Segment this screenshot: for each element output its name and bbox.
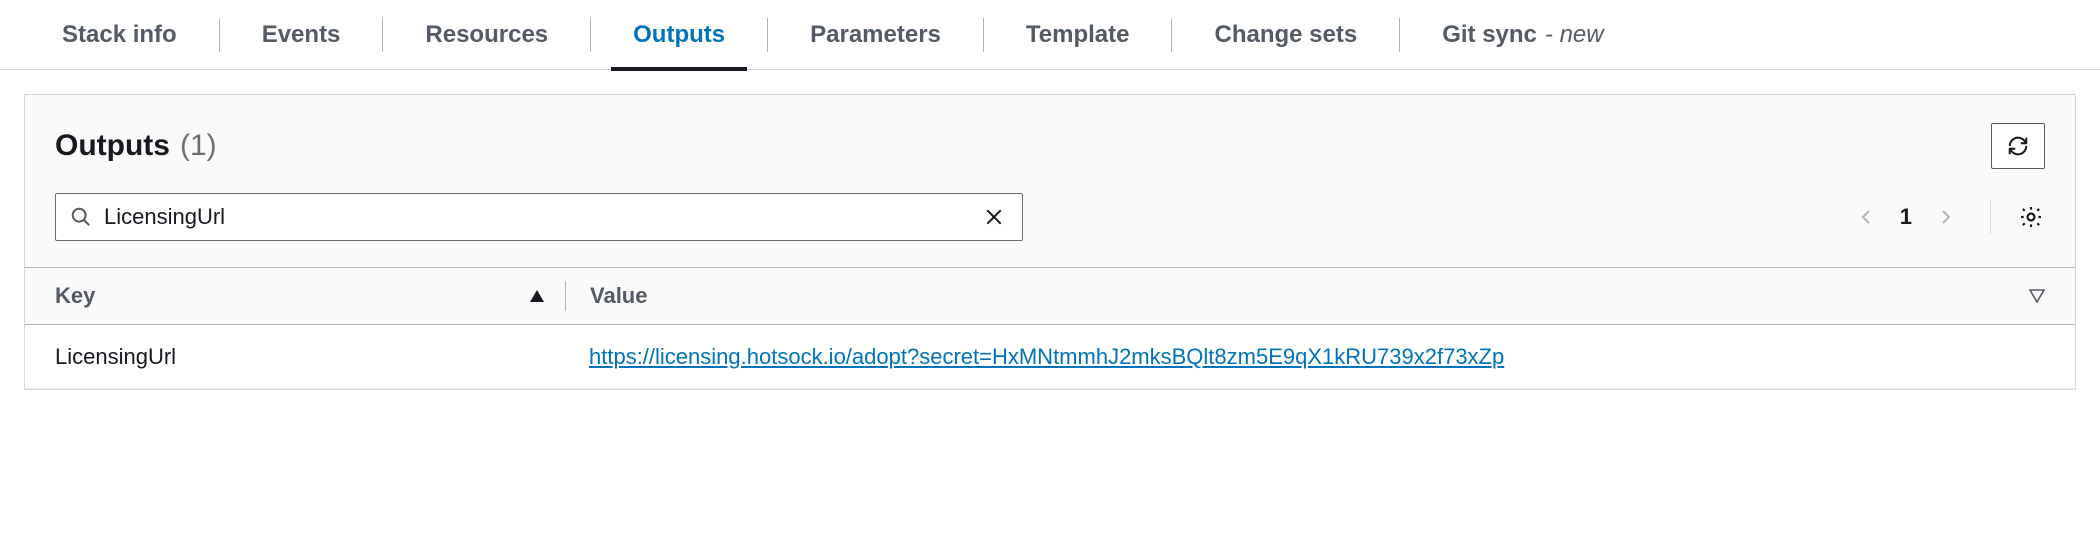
separator bbox=[1990, 200, 1991, 234]
next-page-button[interactable] bbox=[1932, 203, 1960, 231]
tab-parameters[interactable]: Parameters bbox=[768, 0, 983, 70]
tab-label: Template bbox=[1026, 21, 1130, 49]
close-icon bbox=[984, 207, 1004, 227]
tab-events[interactable]: Events bbox=[220, 0, 383, 70]
value-link[interactable]: https://licensing.hotsock.io/adopt?secre… bbox=[589, 344, 1504, 369]
tab-git-sync[interactable]: Git sync - new bbox=[1400, 0, 1645, 70]
clear-search-button[interactable] bbox=[980, 203, 1008, 231]
tab-template[interactable]: Template bbox=[984, 0, 1172, 70]
refresh-button[interactable] bbox=[1991, 123, 2045, 169]
tab-label: Parameters bbox=[810, 21, 941, 49]
column-header-key[interactable]: Key bbox=[55, 283, 565, 309]
refresh-icon bbox=[2007, 135, 2029, 157]
chevron-left-icon bbox=[1857, 203, 1875, 231]
column-label: Value bbox=[590, 283, 647, 309]
search-box bbox=[55, 193, 1023, 241]
search-input[interactable] bbox=[102, 203, 970, 231]
tab-stack-info[interactable]: Stack info bbox=[20, 0, 219, 70]
table-settings-button[interactable] bbox=[2017, 203, 2045, 231]
panel-title: Outputs bbox=[55, 129, 170, 163]
tab-change-sets[interactable]: Change sets bbox=[1172, 0, 1399, 70]
pagination: 1 bbox=[1852, 200, 2045, 234]
column-options-button[interactable] bbox=[2029, 289, 2045, 303]
sort-ascending-icon bbox=[529, 289, 545, 303]
panel-count: (1) bbox=[180, 129, 217, 163]
tab-label: Outputs bbox=[633, 21, 725, 49]
column-label: Key bbox=[55, 283, 95, 309]
tab-outputs[interactable]: Outputs bbox=[591, 0, 767, 70]
table-header: Key Value bbox=[25, 267, 2075, 325]
outputs-panel: Outputs (1) bbox=[24, 94, 2076, 390]
panel-header: Outputs (1) bbox=[25, 95, 2075, 169]
tab-label: Git sync bbox=[1442, 21, 1537, 49]
cell-value: https://licensing.hotsock.io/adopt?secre… bbox=[565, 344, 2045, 370]
column-header-value[interactable]: Value bbox=[566, 283, 2045, 309]
caret-down-outline-icon bbox=[2029, 289, 2045, 303]
filter-row: 1 bbox=[25, 169, 2075, 267]
prev-page-button[interactable] bbox=[1852, 203, 1880, 231]
chevron-right-icon bbox=[1937, 203, 1955, 231]
tab-label: Stack info bbox=[62, 21, 177, 49]
gear-icon bbox=[2018, 204, 2044, 230]
tab-label: Events bbox=[262, 21, 341, 49]
table-row: LicensingUrl https://licensing.hotsock.i… bbox=[25, 325, 2075, 389]
page-number: 1 bbox=[1900, 204, 1912, 230]
tab-label: Resources bbox=[425, 21, 548, 49]
tabs-bar: Stack info Events Resources Outputs Para… bbox=[0, 0, 2100, 70]
new-badge: - new bbox=[1545, 21, 1604, 49]
tab-resources[interactable]: Resources bbox=[383, 0, 590, 70]
search-icon bbox=[70, 206, 92, 228]
cell-key: LicensingUrl bbox=[55, 344, 565, 370]
tab-label: Change sets bbox=[1214, 21, 1357, 49]
